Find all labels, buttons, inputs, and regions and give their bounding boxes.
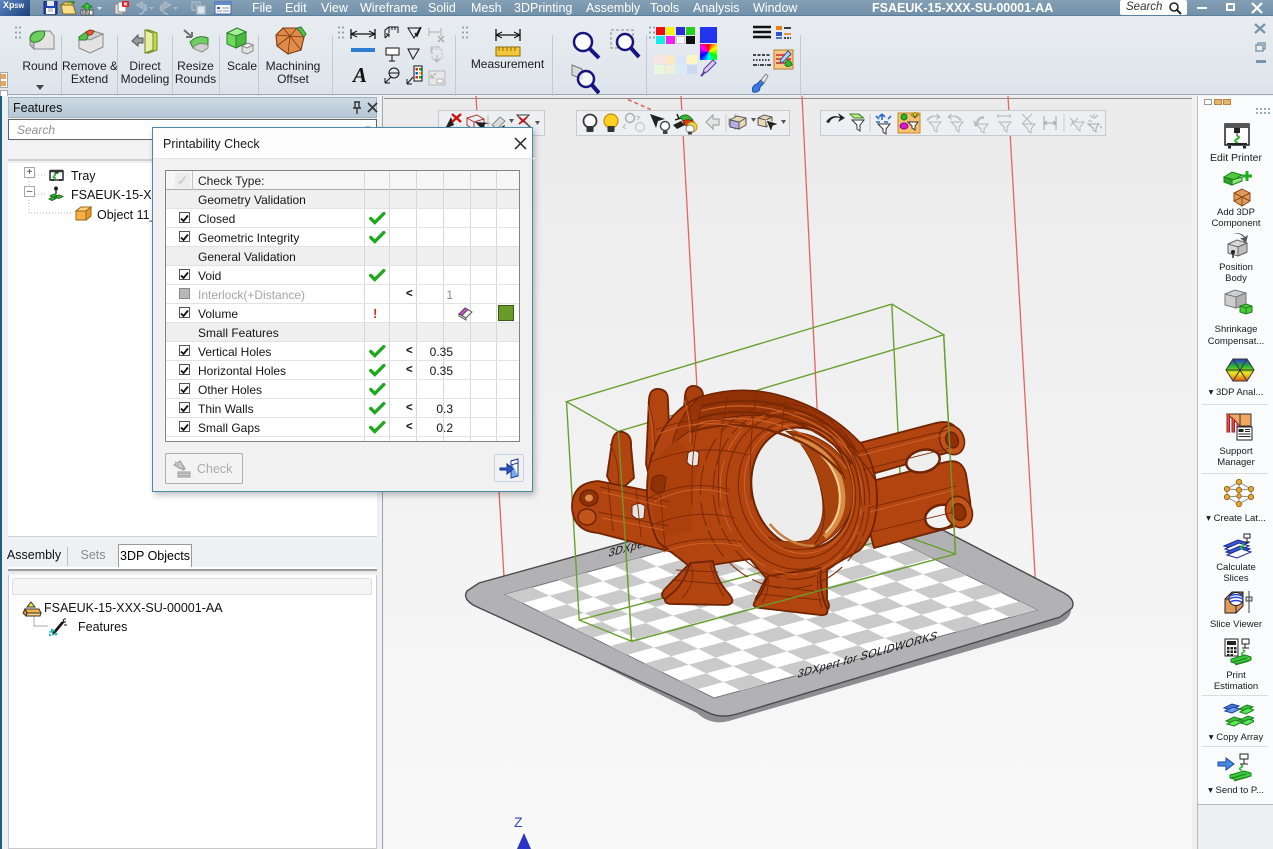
svg-text:Z: Z — [514, 814, 523, 830]
